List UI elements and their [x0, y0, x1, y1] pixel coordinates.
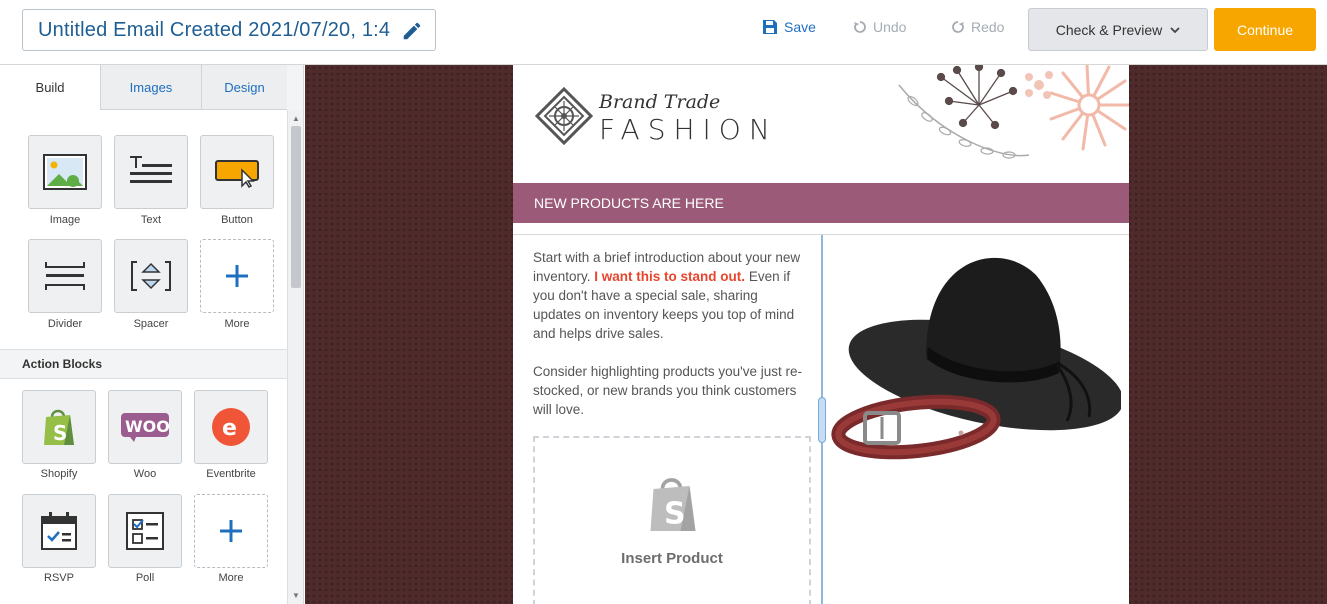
insert-product-placeholder[interactable]: S Insert Product — [533, 436, 811, 604]
shopify-block-label: Shopify — [40, 468, 78, 480]
rsvp-block-label: RSVP — [44, 572, 74, 584]
button-icon — [215, 160, 259, 188]
build-blocks-area: Image Text Button Divider Spacer More — [0, 110, 287, 350]
scroll-thumb[interactable] — [291, 126, 301, 288]
redo-icon — [952, 21, 964, 33]
eventbrite-block[interactable]: e — [194, 390, 268, 464]
sidebar-scrollbar[interactable]: ▲ ▼ — [287, 110, 303, 604]
save-button[interactable]: Save — [762, 19, 816, 35]
rsvp-block[interactable] — [22, 494, 96, 568]
image-block-label: Image — [49, 214, 81, 226]
plus-icon — [226, 265, 248, 287]
eventbrite-icon: e — [212, 408, 250, 446]
sidebar-tabs: Build Images Design — [0, 65, 287, 110]
button-block[interactable] — [200, 135, 274, 209]
tab-images[interactable]: Images — [101, 65, 202, 110]
rsvp-calendar-icon — [41, 512, 77, 550]
svg-text:e: e — [222, 416, 237, 441]
spacer-block-label: Spacer — [133, 318, 169, 330]
divider-icon — [45, 262, 85, 290]
shopify-bag-icon: S — [650, 478, 696, 532]
plus-icon — [220, 520, 242, 542]
shopify-block[interactable]: S — [22, 390, 96, 464]
block-sidebar: Build Images Design Image Text Button Di… — [0, 65, 304, 604]
svg-text:S: S — [664, 497, 686, 532]
email-title-field[interactable]: Untitled Email Created 2021/07/20, 1:4 — [22, 9, 436, 51]
tab-build[interactable]: Build — [0, 65, 101, 110]
tab-design[interactable]: Design — [202, 65, 287, 110]
more-block-label: More — [224, 318, 250, 330]
undo-label: Undo — [873, 19, 907, 35]
pencil-edit-icon[interactable] — [401, 20, 423, 42]
save-label: Save — [784, 19, 816, 35]
spacer-icon — [131, 261, 171, 291]
chevron-down-icon — [1170, 26, 1180, 33]
poll-icon — [126, 512, 164, 550]
undo-button[interactable]: Undo — [853, 19, 906, 35]
spacer-block[interactable] — [114, 239, 188, 313]
text-icon — [130, 156, 172, 183]
new-products-banner[interactable]: NEW PRODUCTS ARE HERE — [513, 183, 1129, 223]
insert-product-label: Insert Product — [621, 550, 723, 567]
continue-button[interactable]: Continue — [1214, 8, 1316, 51]
email-header-block[interactable]: Brand Trade FASHION — [513, 65, 1129, 183]
redo-label: Redo — [971, 19, 1005, 35]
action-blocks-area: S Shopify WOO Woo e Eventbrite RSVP Poll… — [0, 379, 287, 604]
shopify-icon: S — [44, 409, 74, 445]
brand-script-text: Brand Trade — [599, 91, 721, 113]
more-blocks-button[interactable] — [200, 239, 274, 313]
eventbrite-block-label: Eventbrite — [206, 468, 256, 480]
two-column-block[interactable]: Start with a brief introduction about yo… — [513, 234, 1129, 604]
check-preview-label: Check & Preview — [1055, 21, 1163, 38]
button-block-label: Button — [221, 214, 253, 226]
check-preview-button[interactable]: Check & Preview — [1028, 8, 1208, 51]
email-preview: Brand Trade FASHION NEW PRODUCTS ARE HER… — [513, 65, 1129, 604]
image-block[interactable] — [28, 135, 102, 209]
divider-block[interactable] — [28, 239, 102, 313]
image-icon — [43, 154, 87, 190]
svg-text:WOO: WOO — [125, 417, 170, 436]
email-title-text: Untitled Email Created 2021/07/20, 1:4 — [38, 18, 391, 41]
poll-block-label: Poll — [135, 572, 155, 584]
svg-text:S: S — [53, 421, 67, 445]
brand-logo-icon — [535, 87, 593, 145]
intro-text-block[interactable]: Start with a brief introduction about yo… — [533, 248, 808, 438]
intro-paragraph: Start with a brief introduction about yo… — [533, 248, 808, 343]
scroll-down-arrow-icon[interactable]: ▼ — [292, 591, 300, 600]
divider-block-label: Divider — [47, 318, 83, 330]
undo-icon — [854, 21, 866, 33]
top-toolbar: Untitled Email Created 2021/07/20, 1:4 S… — [0, 0, 1327, 65]
redo-button[interactable]: Redo — [951, 19, 1004, 35]
column-resize-handle[interactable] — [818, 397, 826, 443]
floppy-disk-icon — [763, 20, 777, 34]
woo-block-label: Woo — [133, 468, 157, 480]
poll-block[interactable] — [108, 494, 182, 568]
scroll-up-arrow-icon[interactable]: ▲ — [292, 114, 300, 123]
woo-block[interactable]: WOO — [108, 390, 182, 464]
highlight-paragraph: Consider highlighting products you've ju… — [533, 364, 802, 417]
text-block[interactable] — [114, 135, 188, 209]
brand-main-text: FASHION — [599, 113, 778, 146]
continue-label: Continue — [1236, 21, 1294, 38]
text-block-label: Text — [140, 214, 162, 226]
editor-canvas: Brand Trade FASHION NEW PRODUCTS ARE HER… — [305, 65, 1327, 604]
product-hat-belt-image[interactable] — [831, 235, 1121, 485]
highlight-text: I want this to stand out. — [594, 269, 746, 284]
floral-decoration-icon — [898, 65, 1129, 159]
more-action-blocks-button[interactable] — [194, 494, 268, 568]
woo-icon: WOO — [121, 413, 170, 442]
more-action-block-label: More — [218, 572, 244, 584]
action-blocks-heading: Action Blocks — [0, 349, 287, 379]
